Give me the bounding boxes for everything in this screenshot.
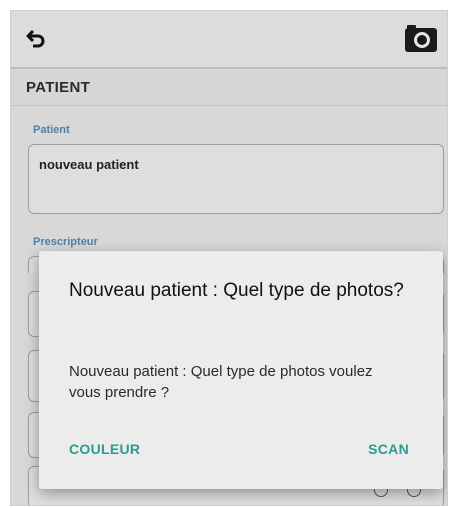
color-button[interactable]: COULEUR bbox=[69, 441, 140, 457]
dialog-title: Nouveau patient : Quel type de photos? bbox=[69, 280, 404, 301]
camera-icon bbox=[405, 25, 437, 52]
camera-button[interactable] bbox=[403, 21, 439, 55]
patient-value: nouveau patient bbox=[39, 157, 139, 172]
photo-type-dialog: Nouveau patient : Quel type de photos? N… bbox=[39, 251, 443, 489]
section-header: PATIENT bbox=[11, 69, 447, 106]
back-button[interactable] bbox=[21, 23, 53, 55]
app-screen: PATIENT Patient nouveau patient Prescrip… bbox=[10, 10, 448, 506]
patient-label: Patient bbox=[33, 124, 70, 136]
scan-button[interactable]: SCAN bbox=[368, 441, 409, 457]
dialog-message: Nouveau patient : Quel type de photos vo… bbox=[69, 363, 373, 401]
undo-arrow-icon bbox=[26, 29, 45, 48]
patient-field[interactable]: nouveau patient bbox=[28, 144, 444, 214]
top-app-bar bbox=[11, 11, 447, 69]
section-title: PATIENT bbox=[26, 79, 91, 96]
prescriber-label: Prescripteur bbox=[33, 236, 98, 248]
